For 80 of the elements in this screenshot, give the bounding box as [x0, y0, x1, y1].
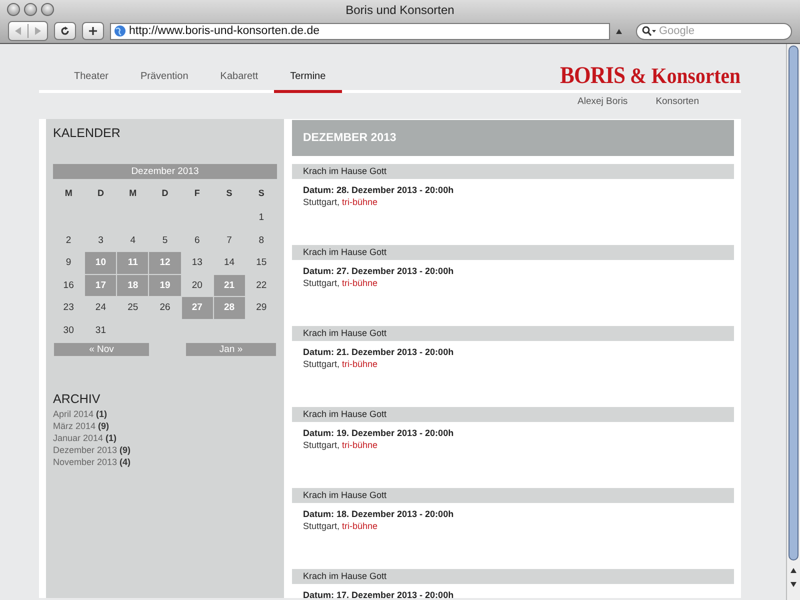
event-title: Krach im Hause Gott — [292, 326, 734, 341]
calendar-day: 3 — [85, 230, 116, 251]
nav-tab[interactable]: Theater — [57, 71, 124, 93]
event-location: Stuttgart, tri-bühne — [303, 440, 378, 450]
archive-link[interactable]: Dezember 2013 (9) — [53, 444, 131, 456]
window-title: Boris und Konsorten — [346, 2, 454, 16]
weekday-label: S — [257, 187, 266, 200]
calendar-day: 14 — [214, 252, 245, 274]
calendar-day: 20 — [182, 274, 213, 296]
address-field[interactable]: http://www.boris-und-konsorten.de.de — [110, 22, 610, 40]
calendar-day: 1 — [246, 207, 277, 228]
nav-tab[interactable]: Prävention — [124, 71, 204, 93]
event-title: Krach im Hause Gott — [292, 407, 734, 422]
event-location: Stuttgart, tri-bühne — [303, 521, 378, 531]
subnav-link[interactable]: Alexej Boris — [578, 96, 628, 119]
archive-link[interactable]: Januar 2014 (1) — [53, 432, 117, 444]
nav-tab[interactable]: Termine — [274, 71, 342, 93]
venue-link[interactable]: tri-bühne — [342, 278, 378, 288]
venue-link[interactable]: tri-bühne — [342, 359, 378, 369]
archive-link[interactable]: November 2013 (4) — [53, 456, 131, 468]
reload-icon — [60, 26, 70, 36]
calendar-day: 6 — [182, 230, 213, 251]
close-button[interactable] — [7, 3, 20, 16]
event-location: Stuttgart, tri-bühne — [303, 359, 378, 369]
calendar-day: 4 — [117, 230, 148, 251]
event-date: Datum: 21. Dezember 2013 - 20:00h — [303, 347, 454, 357]
site-logo: BORIS & Konsorten — [560, 65, 741, 90]
weekday-label: F — [193, 187, 201, 200]
search-icon — [642, 26, 656, 36]
archive-heading: ARCHIV — [53, 392, 102, 406]
calendar-day: 23 — [53, 297, 84, 318]
event-date: Datum: 27. Dezember 2013 - 20:00h — [303, 266, 454, 276]
reload-button[interactable] — [54, 22, 76, 40]
calendar-day: 29 — [246, 297, 277, 318]
minimize-button[interactable] — [24, 3, 37, 16]
weekday-label: S — [225, 187, 234, 200]
zoom-button[interactable] — [41, 3, 54, 16]
weekday-label: M — [128, 187, 138, 200]
nav-tab[interactable]: Kabarett — [204, 71, 274, 93]
event-location: Stuttgart, tri-bühne — [303, 278, 378, 288]
calendar-day: 7 — [214, 230, 245, 251]
dropdown-icon — [616, 28, 622, 34]
calendar-day: 31 — [85, 320, 116, 341]
calendar-day: 15 — [246, 252, 277, 274]
calendar-day: 24 — [85, 297, 116, 318]
venue-link[interactable]: tri-bühne — [342, 440, 378, 450]
calendar-day: 13 — [182, 252, 213, 274]
calendar-day: 26 — [149, 297, 181, 318]
month-header: DEZEMBER 2013 — [292, 120, 734, 156]
calendar-day: 25 — [117, 297, 148, 318]
globe-icon — [114, 25, 126, 37]
event-title: Krach im Hause Gott — [292, 245, 734, 260]
calendar-day: 22 — [246, 274, 277, 296]
event-title: Krach im Hause Gott — [292, 569, 734, 584]
calendar-heading: KALENDER — [53, 126, 122, 140]
calendar-day: 8 — [246, 230, 277, 251]
event-title: Krach im Hause Gott — [292, 164, 734, 179]
add-bookmark-button[interactable] — [82, 22, 104, 40]
month-title: Dezember 2013 — [53, 164, 277, 179]
calendar-day: 2 — [53, 230, 84, 251]
weekday-label: M — [64, 187, 74, 200]
calendar-day: 9 — [53, 252, 84, 274]
venue-link[interactable]: tri-bühne — [342, 197, 378, 207]
weekday-label: D — [96, 187, 105, 200]
event-location: Stuttgart, tri-bühne — [303, 197, 378, 207]
calendar-day: 5 — [149, 230, 181, 251]
plus-icon — [88, 26, 98, 36]
event-date: Datum: 28. Dezember 2013 - 20:00h — [303, 185, 454, 195]
weekday-label: D — [160, 187, 170, 200]
event-date: Datum: 19. Dezember 2013 - 20:00h — [303, 428, 454, 438]
event-date: Datum: 17. Dezember 2013 - 20:00h — [303, 590, 454, 600]
subnav-link[interactable]: Konsorten — [656, 96, 699, 119]
calendar-day: 16 — [53, 274, 84, 296]
event-date: Datum: 18. Dezember 2013 - 20:00h — [303, 509, 454, 519]
venue-link[interactable]: tri-bühne — [342, 521, 378, 531]
archive-link[interactable]: März 2014 (9) — [53, 420, 110, 432]
back-forward-buttons[interactable] — [8, 21, 48, 41]
event-title: Krach im Hause Gott — [292, 488, 734, 503]
archive-link[interactable]: April 2014 (1) — [53, 408, 108, 420]
calendar-day: 30 — [53, 320, 84, 341]
